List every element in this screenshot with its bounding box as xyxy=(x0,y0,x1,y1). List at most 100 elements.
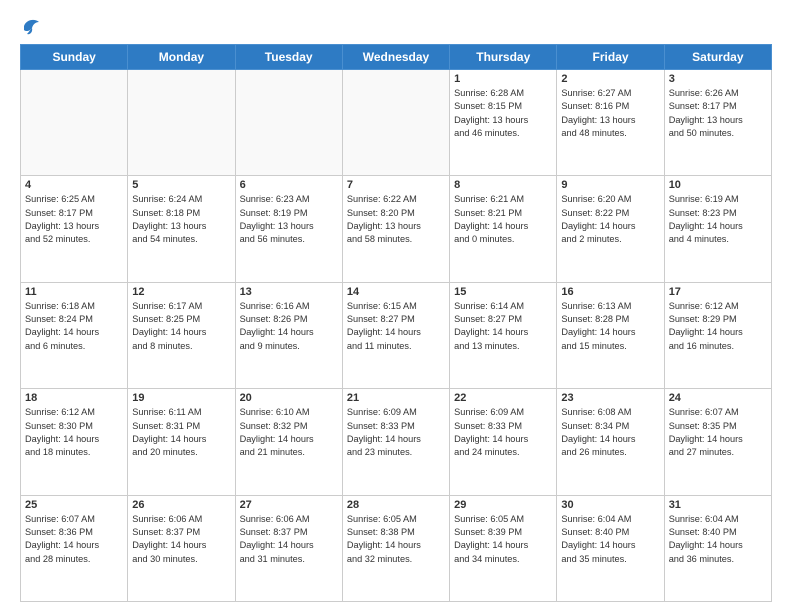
day-number: 18 xyxy=(25,392,123,404)
calendar-cell: 8 Sunrise: 6:21 AM Sunset: 8:21 PM Daylig… xyxy=(450,176,557,282)
day-number: 12 xyxy=(132,286,230,298)
calendar-week-2: 11 Sunrise: 6:18 AM Sunset: 8:24 PM Dayli… xyxy=(21,282,772,388)
day-info: Sunrise: 6:21 AM Sunset: 8:21 PM Dayligh… xyxy=(454,193,552,246)
day-number: 6 xyxy=(240,179,338,191)
calendar-cell: 5 Sunrise: 6:24 AM Sunset: 8:18 PM Daylig… xyxy=(128,176,235,282)
calendar-week-0: 1 Sunrise: 6:28 AM Sunset: 8:15 PM Daylig… xyxy=(21,70,772,176)
day-number: 11 xyxy=(25,286,123,298)
calendar-cell: 31Sunrise: 6:04 AM Sunset: 8:40 PM Dayli… xyxy=(664,495,771,601)
calendar-cell: 26 Sunrise: 6:06 AM Sunset: 8:37 PM Dayli… xyxy=(128,495,235,601)
day-info: Sunrise: 6:23 AM Sunset: 8:19 PM Dayligh… xyxy=(240,193,338,246)
day-number: 29 xyxy=(454,499,552,511)
day-number: 28 xyxy=(347,499,445,511)
calendar-cell: 29 Sunrise: 6:05 AM Sunset: 8:39 PM Dayli… xyxy=(450,495,557,601)
day-number: 8 xyxy=(454,179,552,191)
day-number: 9 xyxy=(561,179,659,191)
calendar-cell: 28 Sunrise: 6:05 AM Sunset: 8:38 PM Dayli… xyxy=(342,495,449,601)
calendar-cell: 6 Sunrise: 6:23 AM Sunset: 8:19 PM Daylig… xyxy=(235,176,342,282)
calendar-dow-sunday: Sunday xyxy=(21,45,128,70)
calendar-cell: 30 Sunrise: 6:04 AM Sunset: 8:40 PM Dayli… xyxy=(557,495,664,601)
day-number: 22 xyxy=(454,392,552,404)
day-info: Sunrise: 6:22 AM Sunset: 8:20 PM Dayligh… xyxy=(347,193,445,246)
day-number: 2 xyxy=(561,73,659,85)
day-number: 21 xyxy=(347,392,445,404)
calendar-cell: 11 Sunrise: 6:18 AM Sunset: 8:24 PM Dayli… xyxy=(21,282,128,388)
day-info: Sunrise: 6:11 AM Sunset: 8:31 PM Dayligh… xyxy=(132,406,230,459)
day-info: Sunrise: 6:26 AM Sunset: 8:17 PM Dayligh… xyxy=(669,87,767,140)
day-info: Sunrise: 6:17 AM Sunset: 8:25 PM Dayligh… xyxy=(132,300,230,353)
day-info: Sunrise: 6:04 AM Sunset: 8:40 PM Dayligh… xyxy=(561,513,659,566)
day-number: 15 xyxy=(454,286,552,298)
day-number: 16 xyxy=(561,286,659,298)
calendar-cell: 2 Sunrise: 6:27 AM Sunset: 8:16 PM Daylig… xyxy=(557,70,664,176)
day-info: Sunrise: 6:12 AM Sunset: 8:29 PM Dayligh… xyxy=(669,300,767,353)
day-number: 25 xyxy=(25,499,123,511)
day-number: 4 xyxy=(25,179,123,191)
day-number: 13 xyxy=(240,286,338,298)
calendar-cell: 15 Sunrise: 6:14 AM Sunset: 8:27 PM Dayli… xyxy=(450,282,557,388)
day-number: 17 xyxy=(669,286,767,298)
calendar-cell: 7Sunrise: 6:22 AM Sunset: 8:20 PM Daylig… xyxy=(342,176,449,282)
day-number: 27 xyxy=(240,499,338,511)
calendar-cell: 21 Sunrise: 6:09 AM Sunset: 8:33 PM Dayli… xyxy=(342,389,449,495)
calendar-week-4: 25Sunrise: 6:07 AM Sunset: 8:36 PM Dayli… xyxy=(21,495,772,601)
day-info: Sunrise: 6:12 AM Sunset: 8:30 PM Dayligh… xyxy=(25,406,123,459)
calendar-cell: 20Sunrise: 6:10 AM Sunset: 8:32 PM Dayli… xyxy=(235,389,342,495)
header xyxy=(20,16,772,34)
day-number: 3 xyxy=(669,73,767,85)
calendar-header-row: SundayMondayTuesdayWednesdayThursdayFrid… xyxy=(21,45,772,70)
day-info: Sunrise: 6:06 AM Sunset: 8:37 PM Dayligh… xyxy=(132,513,230,566)
day-info: Sunrise: 6:18 AM Sunset: 8:24 PM Dayligh… xyxy=(25,300,123,353)
calendar-dow-saturday: Saturday xyxy=(664,45,771,70)
day-info: Sunrise: 6:24 AM Sunset: 8:18 PM Dayligh… xyxy=(132,193,230,246)
day-number: 31 xyxy=(669,499,767,511)
calendar-cell: 3 Sunrise: 6:26 AM Sunset: 8:17 PM Daylig… xyxy=(664,70,771,176)
day-info: Sunrise: 6:28 AM Sunset: 8:15 PM Dayligh… xyxy=(454,87,552,140)
day-info: Sunrise: 6:25 AM Sunset: 8:17 PM Dayligh… xyxy=(25,193,123,246)
calendar-cell: 19 Sunrise: 6:11 AM Sunset: 8:31 PM Dayli… xyxy=(128,389,235,495)
calendar-cell: 23 Sunrise: 6:08 AM Sunset: 8:34 PM Dayli… xyxy=(557,389,664,495)
day-number: 10 xyxy=(669,179,767,191)
calendar-cell: 4 Sunrise: 6:25 AM Sunset: 8:17 PM Daylig… xyxy=(21,176,128,282)
calendar-table: SundayMondayTuesdayWednesdayThursdayFrid… xyxy=(20,44,772,602)
day-info: Sunrise: 6:16 AM Sunset: 8:26 PM Dayligh… xyxy=(240,300,338,353)
day-number: 23 xyxy=(561,392,659,404)
day-number: 19 xyxy=(132,392,230,404)
calendar-dow-tuesday: Tuesday xyxy=(235,45,342,70)
day-number: 26 xyxy=(132,499,230,511)
day-info: Sunrise: 6:10 AM Sunset: 8:32 PM Dayligh… xyxy=(240,406,338,459)
day-number: 24 xyxy=(669,392,767,404)
calendar-cell xyxy=(21,70,128,176)
day-info: Sunrise: 6:08 AM Sunset: 8:34 PM Dayligh… xyxy=(561,406,659,459)
calendar-cell xyxy=(128,70,235,176)
calendar-cell: 18 Sunrise: 6:12 AM Sunset: 8:30 PM Dayli… xyxy=(21,389,128,495)
day-info: Sunrise: 6:09 AM Sunset: 8:33 PM Dayligh… xyxy=(347,406,445,459)
calendar-dow-friday: Friday xyxy=(557,45,664,70)
calendar-cell: 16Sunrise: 6:13 AM Sunset: 8:28 PM Dayli… xyxy=(557,282,664,388)
calendar-cell: 25Sunrise: 6:07 AM Sunset: 8:36 PM Dayli… xyxy=(21,495,128,601)
day-info: Sunrise: 6:14 AM Sunset: 8:27 PM Dayligh… xyxy=(454,300,552,353)
day-info: Sunrise: 6:27 AM Sunset: 8:16 PM Dayligh… xyxy=(561,87,659,140)
calendar-dow-thursday: Thursday xyxy=(450,45,557,70)
day-info: Sunrise: 6:09 AM Sunset: 8:33 PM Dayligh… xyxy=(454,406,552,459)
calendar-week-1: 4 Sunrise: 6:25 AM Sunset: 8:17 PM Daylig… xyxy=(21,176,772,282)
day-info: Sunrise: 6:15 AM Sunset: 8:27 PM Dayligh… xyxy=(347,300,445,353)
day-info: Sunrise: 6:05 AM Sunset: 8:39 PM Dayligh… xyxy=(454,513,552,566)
day-info: Sunrise: 6:05 AM Sunset: 8:38 PM Dayligh… xyxy=(347,513,445,566)
day-info: Sunrise: 6:07 AM Sunset: 8:35 PM Dayligh… xyxy=(669,406,767,459)
day-info: Sunrise: 6:19 AM Sunset: 8:23 PM Dayligh… xyxy=(669,193,767,246)
day-number: 5 xyxy=(132,179,230,191)
logo-bird-icon xyxy=(22,16,40,36)
calendar-dow-wednesday: Wednesday xyxy=(342,45,449,70)
calendar-cell: 1 Sunrise: 6:28 AM Sunset: 8:15 PM Daylig… xyxy=(450,70,557,176)
day-number: 30 xyxy=(561,499,659,511)
calendar-cell: 9 Sunrise: 6:20 AM Sunset: 8:22 PM Daylig… xyxy=(557,176,664,282)
calendar-cell: 14Sunrise: 6:15 AM Sunset: 8:27 PM Dayli… xyxy=(342,282,449,388)
calendar-cell: 17 Sunrise: 6:12 AM Sunset: 8:29 PM Dayli… xyxy=(664,282,771,388)
logo-text xyxy=(20,16,40,34)
day-info: Sunrise: 6:20 AM Sunset: 8:22 PM Dayligh… xyxy=(561,193,659,246)
calendar-cell: 22 Sunrise: 6:09 AM Sunset: 8:33 PM Dayli… xyxy=(450,389,557,495)
calendar-cell xyxy=(235,70,342,176)
day-number: 1 xyxy=(454,73,552,85)
logo xyxy=(20,16,40,34)
